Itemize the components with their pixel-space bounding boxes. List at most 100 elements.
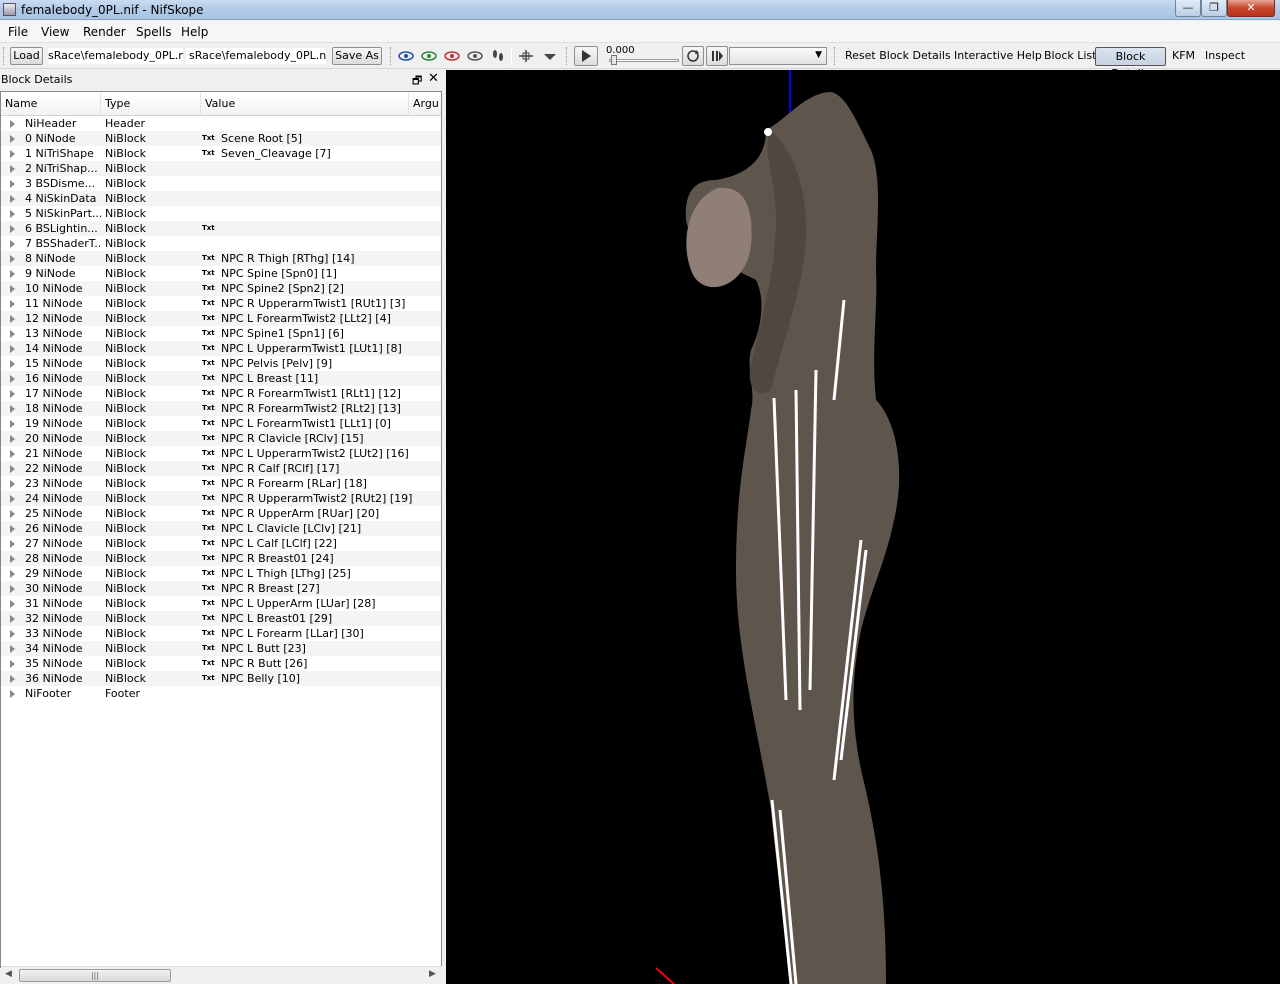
- tree-row[interactable]: NiHeader Header: [1, 116, 441, 131]
- block-list-button[interactable]: Block List: [1044, 49, 1096, 62]
- expand-arrow-icon[interactable]: [10, 630, 15, 638]
- view-front-icon[interactable]: [398, 49, 414, 63]
- horizontal-scrollbar[interactable]: ◀ ||| ▶: [1, 966, 442, 983]
- expand-arrow-icon[interactable]: [10, 390, 15, 398]
- tree-row[interactable]: 17 NiNode NiBlock Txt NPC R ForearmTwist1 […: [1, 386, 441, 401]
- expand-arrow-icon[interactable]: [10, 645, 15, 653]
- tree-row[interactable]: 4 NiSkinData NiBlock: [1, 191, 441, 206]
- expand-arrow-icon[interactable]: [10, 690, 15, 698]
- tree-row[interactable]: 14 NiNode NiBlock Txt NPC L UpperarmTwist1 …: [1, 341, 441, 356]
- menu-file[interactable]: File: [8, 25, 28, 39]
- expand-arrow-icon[interactable]: [10, 480, 15, 488]
- expand-arrow-icon[interactable]: [10, 615, 15, 623]
- expand-arrow-icon[interactable]: [10, 195, 15, 203]
- tree-row[interactable]: 10 NiNode NiBlock Txt NPC Spine2 [Spn2] [2]: [1, 281, 441, 296]
- column-header-argument[interactable]: Argu: [409, 92, 441, 116]
- load-button[interactable]: Load: [10, 47, 43, 65]
- expand-arrow-icon[interactable]: [10, 270, 15, 278]
- save-as-button[interactable]: Save As: [332, 47, 382, 65]
- tree-row[interactable]: 18 NiNode NiBlock Txt NPC R ForearmTwist2 […: [1, 401, 441, 416]
- interactive-help-button[interactable]: Interactive Help: [954, 49, 1042, 62]
- expand-arrow-icon[interactable]: [10, 120, 15, 128]
- view-side-icon[interactable]: [421, 49, 437, 63]
- switch-button[interactable]: [706, 46, 728, 66]
- expand-arrow-icon[interactable]: [10, 150, 15, 158]
- tree-row[interactable]: 31 NiNode NiBlock Txt NPC L UpperArm [LUar]…: [1, 596, 441, 611]
- toolbar-grip[interactable]: [3, 47, 6, 65]
- expand-arrow-icon[interactable]: [10, 225, 15, 233]
- expand-arrow-icon[interactable]: [10, 570, 15, 578]
- expand-arrow-icon[interactable]: [10, 600, 15, 608]
- expand-arrow-icon[interactable]: [10, 405, 15, 413]
- expand-arrow-icon[interactable]: [10, 315, 15, 323]
- expand-arrow-icon[interactable]: [10, 180, 15, 188]
- expand-arrow-icon[interactable]: [10, 585, 15, 593]
- tree-row[interactable]: 21 NiNode NiBlock Txt NPC L UpperarmTwist2 …: [1, 446, 441, 461]
- minimize-button[interactable]: —: [1175, 0, 1201, 17]
- block-details-tree[interactable]: Name Type Value Argu NiHeader Header 0 NiN…: [0, 91, 442, 968]
- tree-row[interactable]: 35 NiNode NiBlock Txt NPC R Butt [26]: [1, 656, 441, 671]
- menu-help[interactable]: Help: [181, 25, 208, 39]
- toolbar-grip[interactable]: [566, 47, 569, 65]
- menu-view[interactable]: View: [41, 25, 69, 39]
- expand-arrow-icon[interactable]: [10, 435, 15, 443]
- menu-spells[interactable]: Spells: [136, 25, 172, 39]
- tree-row[interactable]: 9 NiNode NiBlock Txt NPC Spine [Spn0] [1]: [1, 266, 441, 281]
- loop-button[interactable]: [682, 46, 704, 66]
- tree-row[interactable]: 6 BSLightin... NiBlock Txt: [1, 221, 441, 236]
- tree-row[interactable]: 33 NiNode NiBlock Txt NPC L Forearm [LLar] …: [1, 626, 441, 641]
- expand-arrow-icon[interactable]: [10, 420, 15, 428]
- tree-row[interactable]: 36 NiNode NiBlock Txt NPC Belly [10]: [1, 671, 441, 686]
- maximize-button[interactable]: ❐: [1201, 0, 1227, 17]
- play-button[interactable]: [574, 46, 598, 66]
- walk-icon[interactable]: [490, 49, 506, 63]
- tree-row[interactable]: 25 NiNode NiBlock Txt NPC R UpperArm [RUar]…: [1, 506, 441, 521]
- tree-row[interactable]: 16 NiNode NiBlock Txt NPC L Breast [11]: [1, 371, 441, 386]
- expand-arrow-icon[interactable]: [10, 285, 15, 293]
- tree-row[interactable]: 28 NiNode NiBlock Txt NPC R Breast01 [24]: [1, 551, 441, 566]
- animation-select[interactable]: ▼: [729, 47, 827, 65]
- tree-row[interactable]: 11 NiNode NiBlock Txt NPC R UpperarmTwist1 …: [1, 296, 441, 311]
- reset-block-details-button[interactable]: Reset Block Details: [845, 49, 951, 62]
- expand-arrow-icon[interactable]: [10, 255, 15, 263]
- menu-render[interactable]: Render: [83, 25, 126, 39]
- expand-arrow-icon[interactable]: [10, 525, 15, 533]
- expand-arrow-icon[interactable]: [10, 210, 15, 218]
- expand-arrow-icon[interactable]: [10, 300, 15, 308]
- tree-row[interactable]: 19 NiNode NiBlock Txt NPC L ForearmTwist1 […: [1, 416, 441, 431]
- close-icon[interactable]: ✕: [428, 71, 439, 86]
- tree-row[interactable]: 0 NiNode NiBlock Txt Scene Root [5]: [1, 131, 441, 146]
- tree-row[interactable]: 2 NiTriShap... NiBlock: [1, 161, 441, 176]
- scrollbar-thumb[interactable]: |||: [19, 969, 171, 982]
- tree-row[interactable]: 5 NiSkinPart... NiBlock: [1, 206, 441, 221]
- tree-row[interactable]: 13 NiNode NiBlock Txt NPC Spine1 [Spn1] [6]: [1, 326, 441, 341]
- scroll-right-icon[interactable]: ▶: [429, 969, 436, 979]
- expand-arrow-icon[interactable]: [10, 360, 15, 368]
- expand-arrow-icon[interactable]: [10, 675, 15, 683]
- block-details-button[interactable]: Block Details: [1095, 47, 1166, 80]
- close-button[interactable]: ✕: [1227, 0, 1275, 17]
- axes-icon[interactable]: [518, 49, 534, 63]
- dropdown-icon[interactable]: [542, 49, 558, 63]
- toolbar-grip[interactable]: [834, 47, 837, 65]
- save-path-field[interactable]: sRace\femalebody_0PL.nif: [186, 48, 326, 64]
- tree-row[interactable]: 29 NiNode NiBlock Txt NPC L Thigh [LThg] [2…: [1, 566, 441, 581]
- tree-row[interactable]: 30 NiNode NiBlock Txt NPC R Breast [27]: [1, 581, 441, 596]
- tree-row[interactable]: 23 NiNode NiBlock Txt NPC R Forearm [RLar] …: [1, 476, 441, 491]
- expand-arrow-icon[interactable]: [10, 510, 15, 518]
- tree-row[interactable]: 8 NiNode NiBlock Txt NPC R Thigh [RThg] [14…: [1, 251, 441, 266]
- tree-row[interactable]: 20 NiNode NiBlock Txt NPC R Clavicle [RClv]…: [1, 431, 441, 446]
- scroll-left-icon[interactable]: ◀: [5, 969, 12, 979]
- column-header-value[interactable]: Value: [201, 92, 409, 116]
- expand-arrow-icon[interactable]: [10, 345, 15, 353]
- expand-arrow-icon[interactable]: [10, 540, 15, 548]
- load-path-field[interactable]: sRace\femalebody_0PL.nif: [48, 48, 183, 64]
- expand-arrow-icon[interactable]: [10, 135, 15, 143]
- time-slider-thumb[interactable]: [611, 55, 617, 65]
- expand-arrow-icon[interactable]: [10, 375, 15, 383]
- tree-row[interactable]: 32 NiNode NiBlock Txt NPC L Breast01 [29]: [1, 611, 441, 626]
- toolbar-grip[interactable]: [390, 47, 393, 65]
- tree-row[interactable]: 12 NiNode NiBlock Txt NPC L ForearmTwist2 […: [1, 311, 441, 326]
- tree-row[interactable]: 7 BSShaderT... NiBlock: [1, 236, 441, 251]
- expand-arrow-icon[interactable]: [10, 495, 15, 503]
